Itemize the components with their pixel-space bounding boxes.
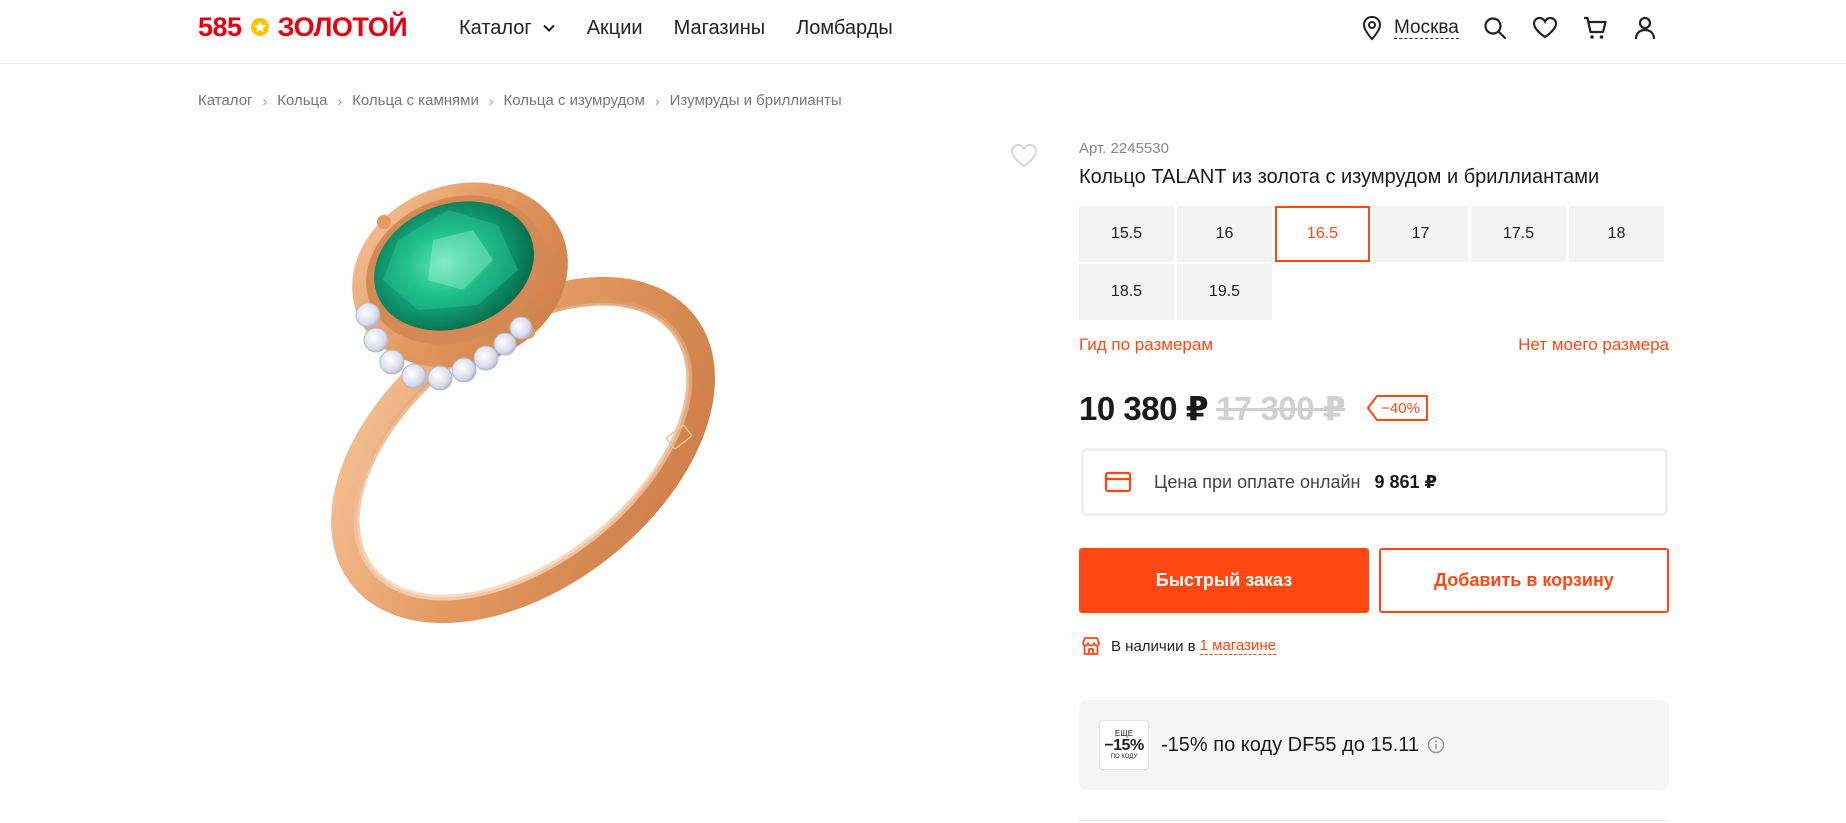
breadcrumb-item[interactable]: Кольца с камнями: [352, 92, 479, 109]
current-price: 10 380 ₽: [1079, 389, 1209, 427]
add-to-cart-button[interactable]: Добавить в корзину: [1379, 548, 1669, 613]
nav-pawnshops-label: Ломбарды: [796, 16, 893, 39]
product-image[interactable]: [198, 130, 1048, 710]
search-icon[interactable]: [1481, 14, 1509, 42]
chevron-right-icon: ›: [337, 92, 343, 109]
size-option-selected[interactable]: 16.5: [1275, 206, 1370, 262]
online-price-label: Цена при оплате онлайн: [1154, 471, 1361, 492]
ring-illustration: [331, 182, 715, 624]
size-option[interactable]: 17: [1373, 206, 1468, 262]
nav-stores-label: Магазины: [673, 16, 766, 39]
nav-pawnshops[interactable]: Ломбарды: [796, 16, 893, 40]
old-price: 17 300 ₽: [1216, 389, 1346, 427]
nav-stores[interactable]: Магазины: [674, 16, 766, 40]
size-selector: 15.5 16 16.5 17 17.5 18 18.5 19.5: [1079, 206, 1669, 320]
size-guide-link[interactable]: Гид по размерам: [1079, 335, 1213, 355]
site-header: 585 ЗОЛОТОЙ Каталог Акции Магазины Ломба…: [0, 0, 1846, 64]
size-option[interactable]: 18.5: [1079, 264, 1174, 320]
promo-badge: ЕЩЕ −15% ПО КОДУ: [1099, 720, 1149, 770]
size-option[interactable]: 17.5: [1471, 206, 1566, 262]
promo-badge-value: −15%: [1104, 737, 1144, 754]
logo-number: 585: [198, 11, 242, 42]
promo-text: -15% по коду DF55 до 15.11: [1161, 733, 1420, 756]
favorite-heart-icon[interactable]: [1010, 143, 1038, 169]
size-option[interactable]: 19.5: [1177, 264, 1272, 320]
product-article: Арт. 2245530: [1079, 140, 1169, 157]
card-icon: [1104, 471, 1132, 493]
heart-icon[interactable]: [1531, 14, 1559, 42]
online-price-value: 9 861 ₽: [1374, 471, 1438, 492]
availability-text: В наличии в: [1111, 637, 1196, 655]
main-nav: Каталог Акции Магазины Ломбарды: [459, 16, 924, 40]
breadcrumb-item[interactable]: Каталог: [198, 92, 253, 109]
breadcrumb-item[interactable]: Кольца с изумрудом: [504, 92, 645, 109]
chevron-right-icon: ›: [262, 92, 268, 109]
availability: В наличии в 1 магазине: [1081, 636, 1277, 656]
nav-catalog-label: Каталог: [459, 16, 532, 39]
chevron-down-icon: [543, 24, 555, 32]
breadcrumb: Каталог › Кольца › Кольца с камнями › Ко…: [198, 92, 842, 109]
city-selector[interactable]: Москва: [1394, 17, 1459, 39]
no-size-link[interactable]: Нет моего размера: [1518, 335, 1669, 355]
header-actions: Москва: [1360, 13, 1681, 43]
online-price-box: Цена при оплате онлайн 9 861 ₽: [1081, 448, 1668, 516]
nav-catalog[interactable]: Каталог: [459, 16, 556, 40]
discount-value: −40%: [1381, 399, 1420, 417]
star-icon: [249, 16, 271, 38]
price-row: 10 380 ₽ 17 300 ₽ −40%: [1079, 387, 1429, 429]
store-icon: [1082, 637, 1100, 655]
chevron-right-icon: ›: [654, 92, 660, 109]
user-icon[interactable]: [1631, 14, 1659, 42]
size-option[interactable]: 18: [1569, 206, 1664, 262]
site-logo[interactable]: 585 ЗОЛОТОЙ: [198, 11, 408, 42]
info-icon[interactable]: [1427, 736, 1445, 754]
size-links: Гид по размерам Нет моего размера: [1079, 335, 1669, 355]
logo-word: ЗОЛОТОЙ: [277, 11, 408, 42]
nav-promotions-label: Акции: [586, 16, 643, 39]
product-info: Арт. 2245530 Кольцо TALANT из золота с и…: [1079, 140, 1669, 194]
breadcrumb-item[interactable]: Кольца: [277, 92, 327, 109]
nav-promotions[interactable]: Акции: [587, 16, 643, 40]
quick-order-button[interactable]: Быстрый заказ: [1079, 548, 1369, 613]
chevron-right-icon: ›: [488, 92, 494, 109]
cart-icon[interactable]: [1581, 14, 1609, 42]
product-title: Кольцо TALANT из золота с изумрудом и бр…: [1079, 166, 1600, 188]
promo-badge-bottom: ПО КОДУ: [1110, 754, 1138, 760]
location-icon[interactable]: [1360, 14, 1384, 42]
breadcrumb-item-current[interactable]: Изумруды и бриллианты: [670, 92, 842, 109]
discount-badge: −40%: [1367, 394, 1429, 422]
size-option[interactable]: 15.5: [1079, 206, 1174, 262]
size-option[interactable]: 16: [1177, 206, 1272, 262]
divider: [1079, 820, 1669, 821]
promo-code-banner: ЕЩЕ −15% ПО КОДУ -15% по коду DF55 до 15…: [1079, 700, 1669, 790]
store-count-link[interactable]: 1 магазине: [1199, 637, 1277, 655]
